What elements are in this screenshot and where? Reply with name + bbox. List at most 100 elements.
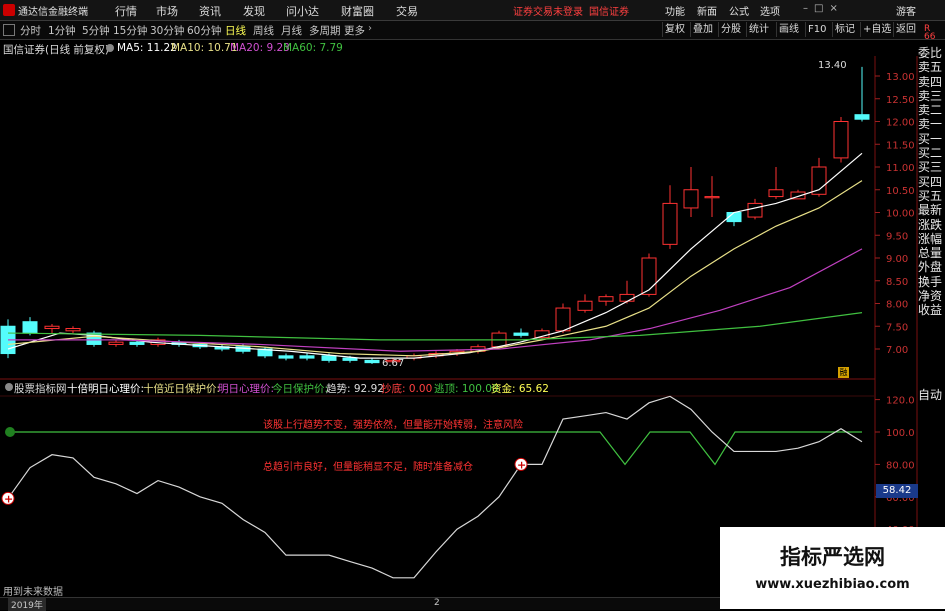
- candle-body: [833, 121, 849, 159]
- mark-button[interactable]: 标记: [832, 22, 857, 37]
- period-30min[interactable]: 30分钟: [150, 23, 184, 38]
- side-quote-item[interactable]: 外盘: [918, 260, 945, 274]
- settings-dot-icon[interactable]: [106, 44, 114, 52]
- bar-count: 66: [924, 32, 936, 42]
- side-quote-item[interactable]: 卖二: [918, 103, 945, 117]
- capital-value: 资金: 65.62: [491, 383, 549, 395]
- high-price-label: 13.40: [818, 60, 847, 71]
- buy-signal-plus-icon: +: [517, 458, 526, 471]
- menu-quotes[interactable]: 行情: [115, 3, 137, 19]
- f10-button[interactable]: F10: [805, 22, 828, 37]
- trend-note-1: 该股上行趋势不变，强势依然，但量能开始转弱，注意风险: [263, 420, 523, 431]
- side-quote-item[interactable]: 总量: [918, 246, 945, 260]
- period-multi[interactable]: 多周期: [309, 23, 341, 38]
- candle-body: [555, 307, 571, 332]
- adjust-button[interactable]: 复权: [662, 22, 687, 37]
- price-tick-label: 7.50: [886, 322, 908, 333]
- side-quote-item[interactable]: 买三: [918, 160, 945, 174]
- ma20-line: [8, 248, 863, 352]
- add-watchlist-button[interactable]: +自选: [860, 22, 893, 37]
- side-quote-item[interactable]: 涨跌: [918, 218, 945, 232]
- candle-body: [641, 257, 657, 295]
- side-quote-item[interactable]: 收益: [918, 303, 945, 317]
- price-tick-label: 12.00: [886, 118, 915, 129]
- menu-market[interactable]: 市场: [156, 3, 178, 19]
- stats-button[interactable]: 统计: [746, 22, 771, 37]
- watermark-box: 指标严选网 www.xuezhibiao.com: [720, 527, 945, 609]
- period-60min[interactable]: 60分钟: [187, 23, 221, 38]
- side-quote-panel: 委比 卖五 卖四 卖三 卖二 卖一 买一 买二 买三 买四 买五 最新 涨跌 涨…: [918, 46, 945, 318]
- broker-link[interactable]: 国信证券: [589, 3, 629, 18]
- price-tick-label: 13.00: [886, 72, 915, 83]
- menu-bar: 通达信金融终端 行情 市场 资讯 发现 问小达 财富圈 交易 证券交易未登录 国…: [0, 0, 945, 21]
- side-quote-item[interactable]: 卖五: [918, 60, 945, 74]
- indicator-line3: 明日心理价:: [218, 383, 275, 395]
- candle-body: [768, 189, 784, 198]
- price-tick-label: 9.00: [886, 254, 908, 265]
- bottom-value: 抄底: 0.00: [381, 383, 433, 395]
- login-status[interactable]: 证券交易未登录: [513, 3, 583, 18]
- escape-signal-icon: [5, 427, 15, 437]
- menu-formula[interactable]: 公式: [729, 3, 749, 18]
- menu-new-screen[interactable]: 新面: [697, 3, 717, 18]
- period-weekly[interactable]: 周线: [253, 23, 274, 38]
- side-quote-item[interactable]: 卖一: [918, 117, 945, 131]
- side-quote-item[interactable]: 卖四: [918, 75, 945, 89]
- ma10-line: [7, 180, 863, 357]
- watermark-title: 指标严选网: [780, 545, 885, 569]
- menu-discover[interactable]: 发现: [243, 3, 265, 19]
- side-quote-item[interactable]: 买四: [918, 175, 945, 189]
- candle-body: [278, 355, 294, 359]
- side-quote-item[interactable]: 卖三: [918, 89, 945, 103]
- draw-button[interactable]: 画线: [776, 22, 801, 37]
- menu-options[interactable]: 选项: [760, 3, 780, 18]
- ma10-label: MA10: 10.71: [171, 42, 238, 54]
- panel-toggle-icon[interactable]: [3, 24, 15, 36]
- ma5-label: MA5: 11.22: [117, 42, 177, 54]
- side-quote-item[interactable]: 最新: [918, 203, 945, 217]
- candle-body: [513, 332, 529, 336]
- period-monthly[interactable]: 月线: [281, 23, 302, 38]
- indicator-name: 股票指标网: [14, 383, 67, 395]
- candle-body: [44, 325, 60, 330]
- indicator-tick-label: 120.0: [886, 396, 915, 407]
- period-15min[interactable]: 15分钟: [113, 23, 147, 38]
- overlay-button[interactable]: 叠加: [690, 22, 715, 37]
- side-quote-item[interactable]: 涨幅: [918, 232, 945, 246]
- window-controls-icon[interactable]: –□×: [803, 3, 883, 17]
- menu-ask[interactable]: 问小达: [286, 3, 319, 19]
- candle-body: [108, 341, 124, 345]
- side-quote-item[interactable]: 委比: [918, 46, 945, 60]
- menu-trade[interactable]: 交易: [396, 3, 418, 19]
- period-5min[interactable]: 5分钟: [82, 23, 110, 38]
- price-tick-label: 11.00: [886, 163, 915, 174]
- back-button[interactable]: 返回: [893, 22, 918, 37]
- candle-body: [619, 293, 635, 302]
- app-title: 通达信金融终端: [18, 7, 88, 18]
- side-quote-item[interactable]: 买一: [918, 132, 945, 146]
- auto-button[interactable]: 自动: [918, 386, 942, 403]
- price-tick-label: 10.00: [886, 209, 915, 220]
- split-button[interactable]: 分股: [718, 22, 743, 37]
- period-daily[interactable]: 日线: [225, 23, 246, 38]
- candle-body: [364, 359, 380, 364]
- period-intraday[interactable]: 分时: [20, 23, 41, 38]
- side-quote-item[interactable]: 买五: [918, 189, 945, 203]
- side-quote-item[interactable]: 买二: [918, 146, 945, 160]
- chevron-right-icon[interactable]: ›: [368, 23, 372, 34]
- price-tick-label: 7.00: [886, 345, 908, 356]
- low-price-label: 6.67: [382, 358, 405, 369]
- period-1min[interactable]: 1分钟: [48, 23, 76, 38]
- escape-value: 逃顶: 100.00: [434, 383, 499, 395]
- side-quote-item[interactable]: 净资: [918, 289, 945, 303]
- current-indicator-value: 58.42: [876, 484, 918, 498]
- menu-function[interactable]: 功能: [665, 3, 685, 18]
- trend-value: 趋势: 92.92: [326, 383, 384, 395]
- period-bar: 分时 1分钟 5分钟 15分钟 30分钟 60分钟 日线 周线 月线 多周期 更…: [0, 21, 945, 40]
- side-quote-item[interactable]: 换手: [918, 275, 945, 289]
- menu-wealth[interactable]: 财富圈: [341, 3, 374, 19]
- menu-news[interactable]: 资讯: [199, 3, 221, 19]
- indicator-tick-label: 80.00: [886, 460, 915, 471]
- period-more[interactable]: 更多: [344, 23, 365, 38]
- guest-login[interactable]: 游客: [896, 3, 916, 18]
